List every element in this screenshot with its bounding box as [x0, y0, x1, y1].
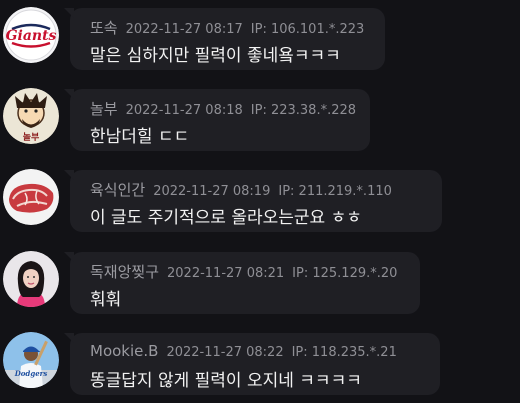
comment-nickname[interactable]: 독재앙찢구 [90, 263, 159, 281]
svg-text:Dodgers: Dodgers [14, 369, 48, 378]
comment-meta: 육식인간 2022-11-27 08:19 IP: 211.219.*.110 [90, 179, 392, 200]
svg-text:Giants: Giants [6, 28, 57, 44]
comment-text: 똥글답지 않게 필력이 오지네 ㅋㅋㅋㅋ [90, 371, 362, 391]
nolbu-logo-icon[interactable]: 놀부 [3, 88, 59, 144]
comment-text: 말은 심하지만 필력이 좋네욬ㅋㅋㅋ [90, 46, 341, 66]
comment-date: 2022-11-27 08:21 [167, 266, 285, 281]
comment-nickname[interactable]: 또속 [90, 19, 118, 37]
comment-ip: IP: 223.38.*.228 [250, 103, 357, 118]
comment-date: 2022-11-27 08:22 [166, 345, 284, 360]
woman-portrait-icon[interactable] [3, 251, 59, 307]
comment-bubble: 독재앙찢구 2022-11-27 08:21 IP: 125.129.*.20 훠훠 [64, 252, 420, 314]
comment-meta: Mookie.B 2022-11-27 08:22 IP: 118.235.*.21 [90, 342, 397, 360]
comment-ip: IP: 106.101.*.223 [250, 22, 365, 37]
comment-ip: IP: 211.219.*.110 [278, 184, 392, 199]
comment-bubble: 또속 2022-11-27 08:17 IP: 106.101.*.223 말은 심… [64, 8, 385, 70]
comment-thread: { "comments": [ {"nickname": "또속", "date… [0, 0, 520, 403]
comment-meta: 놀부 2022-11-27 08:18 IP: 223.38.*.228 [90, 98, 356, 119]
comment-bubble: Mookie.B 2022-11-27 08:22 IP: 118.235.*.21… [64, 333, 440, 395]
comment-text: 훠훠 [90, 290, 122, 310]
comment-date: 2022-11-27 08:17 [125, 22, 243, 37]
baseball-player-icon[interactable]: Dodgers [3, 332, 59, 388]
comment-meta: 또속 2022-11-27 08:17 IP: 106.101.*.223 [90, 17, 364, 38]
comment-bubble: 육식인간 2022-11-27 08:19 IP: 211.219.*.110 이 … [64, 170, 442, 232]
comment-meta: 독재앙찢구 2022-11-27 08:21 IP: 125.129.*.20 [90, 261, 397, 282]
svg-text:놀부: 놀부 [23, 132, 40, 143]
comment-ip: IP: 118.235.*.21 [291, 345, 397, 360]
giants-logo-icon[interactable]: Giants [3, 7, 59, 63]
comment-nickname[interactable]: Mookie.B [90, 342, 158, 360]
comment-ip: IP: 125.129.*.20 [292, 266, 398, 281]
comment-bubble: 놀부 2022-11-27 08:18 IP: 223.38.*.228 한남더힐 … [64, 89, 370, 151]
comment-nickname[interactable]: 육식인간 [90, 181, 145, 199]
comment-nickname[interactable]: 놀부 [90, 100, 118, 118]
comment-date: 2022-11-27 08:18 [125, 103, 243, 118]
meat-icon[interactable] [3, 169, 59, 225]
comment-date: 2022-11-27 08:19 [153, 184, 271, 199]
comment-text: 한남더힐 ㄷㄷ [90, 127, 190, 147]
comment-text: 이 글도 주기적으로 올라오는군요 ㅎㅎ [90, 208, 362, 228]
